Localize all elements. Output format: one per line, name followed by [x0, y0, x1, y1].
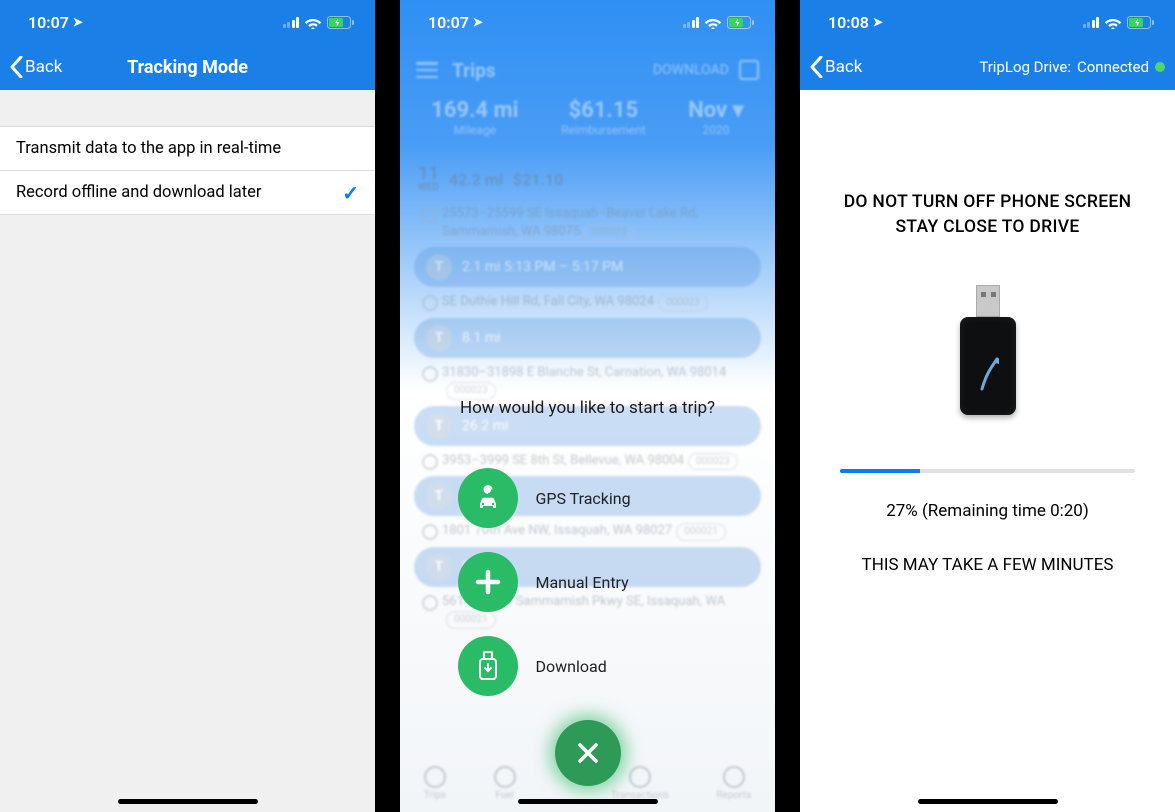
cell-signal-icon	[1083, 17, 1100, 28]
battery-icon	[1127, 16, 1155, 29]
triplog-drive-image	[958, 285, 1018, 425]
home-indicator[interactable]	[518, 799, 658, 804]
start-trip-sheet: How would you like to start a trip? GPS …	[400, 0, 775, 812]
wifi-icon	[304, 16, 322, 29]
battery-icon	[327, 16, 355, 29]
cell-signal-icon	[283, 17, 300, 28]
home-indicator[interactable]	[118, 799, 258, 804]
status-dot-icon	[1155, 62, 1165, 72]
option-offline[interactable]: Record offline and download later ✓	[0, 171, 375, 215]
nav-bar: Back Tracking Mode	[0, 44, 375, 90]
warning-text: DO NOT TURN OFF PHONE SCREEN STAY CLOSE …	[820, 190, 1155, 241]
status-bar: 10:07 ➤	[0, 0, 375, 44]
download-device-icon	[458, 636, 518, 696]
option-label: Manual Entry	[536, 573, 629, 592]
option-gps-tracking[interactable]: GPS Tracking	[458, 468, 718, 528]
back-button[interactable]: Back	[810, 56, 862, 78]
screen-download-progress: 10:08 ➤ Back TripLog Drive: Connected DO…	[800, 0, 1175, 812]
back-button[interactable]: Back	[10, 56, 62, 78]
progress-bar	[840, 469, 1135, 473]
screen-tracking-mode: 10:07 ➤ Back Tracking Mode Transmit data…	[0, 0, 375, 812]
settings-body: Transmit data to the app in real-time Re…	[0, 90, 375, 812]
warning-line1: DO NOT TURN OFF PHONE SCREEN	[820, 190, 1155, 215]
tracking-mode-options: Transmit data to the app in real-time Re…	[0, 126, 375, 215]
drive-label: TripLog Drive:	[979, 58, 1071, 76]
option-download[interactable]: Download	[458, 636, 718, 696]
home-indicator[interactable]	[918, 799, 1058, 804]
screen-start-trip: Trips DOWNLOAD 169.4 miMileage $61.15Rei…	[400, 0, 775, 812]
option-label: Transmit data to the app in real-time	[16, 139, 281, 158]
download-body: DO NOT TURN OFF PHONE SCREEN STAY CLOSE …	[800, 190, 1175, 812]
drive-status: TripLog Drive: Connected	[979, 58, 1165, 76]
status-time: 10:07	[28, 13, 69, 32]
checkmark-icon: ✓	[342, 181, 359, 205]
close-button[interactable]	[555, 720, 621, 786]
option-realtime[interactable]: Transmit data to the app in real-time	[0, 127, 375, 171]
progress-fill	[840, 469, 920, 473]
wifi-icon	[1104, 16, 1122, 29]
option-label: GPS Tracking	[536, 489, 631, 508]
status-time: 10:08	[828, 13, 869, 32]
back-label: Back	[25, 57, 62, 77]
location-services-icon: ➤	[873, 15, 883, 29]
location-services-icon: ➤	[73, 15, 83, 29]
sheet-title: How would you like to start a trip?	[460, 398, 715, 418]
status-bar: 10:08 ➤	[800, 0, 1175, 44]
duration-note: THIS MAY TAKE A FEW MINUTES	[820, 555, 1155, 575]
gps-car-icon	[458, 468, 518, 528]
option-manual-entry[interactable]: Manual Entry	[458, 552, 718, 612]
nav-bar: Back TripLog Drive: Connected	[800, 44, 1175, 90]
back-label: Back	[825, 57, 862, 77]
drive-status-text: Connected	[1077, 58, 1149, 76]
warning-line2: STAY CLOSE TO DRIVE	[820, 215, 1155, 240]
option-label: Download	[536, 657, 607, 676]
option-label: Record offline and download later	[16, 183, 262, 202]
plus-icon	[458, 552, 518, 612]
close-icon	[555, 720, 621, 786]
progress-text: 27% (Remaining time 0:20)	[820, 501, 1155, 521]
